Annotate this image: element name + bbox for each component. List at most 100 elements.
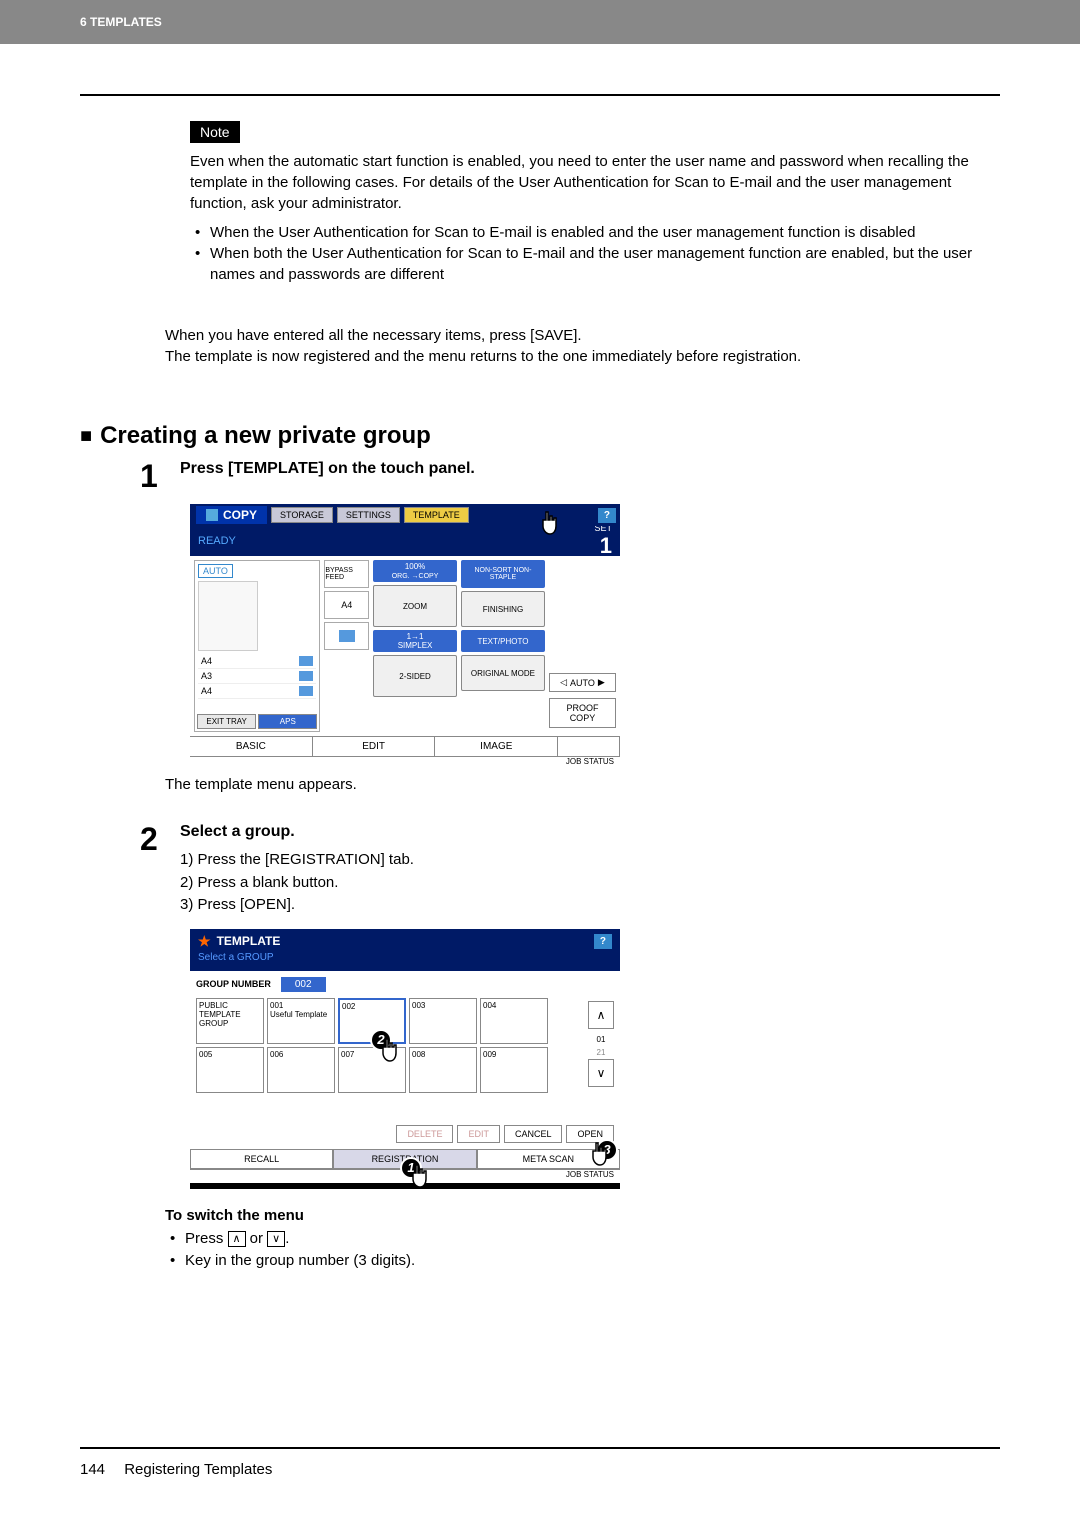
blank-tab	[558, 737, 620, 756]
edit-button[interactable]: EDIT	[457, 1125, 500, 1143]
step-1-number: 1	[140, 460, 165, 492]
edit-tab[interactable]: EDIT	[313, 737, 436, 756]
copy-mode-label: COPY	[196, 506, 267, 524]
page-header: 6 TEMPLATES	[0, 0, 1080, 44]
size-row-a3[interactable]: A3	[198, 669, 316, 684]
step-1-title: Press [TEMPLATE] on the touch panel.	[180, 460, 1000, 478]
template-title: ★ TEMPLATE	[198, 933, 280, 950]
page-bottom-indicator: 21	[588, 1046, 614, 1059]
finishing-button[interactable]: FINISHING	[461, 591, 545, 627]
group-005-button[interactable]: 005	[196, 1047, 264, 1093]
aps-button[interactable]: APS	[258, 714, 317, 729]
size-row-a4[interactable]: A4	[198, 654, 316, 669]
para-line1: When you have entered all the necessary …	[165, 325, 1000, 346]
touchpanel-screenshot-2: ★ TEMPLATE ? Select a GROUP GROUP NUMBER…	[190, 929, 1000, 1189]
job-status-button[interactable]: JOB STATUS	[190, 756, 620, 770]
a4-button[interactable]: A4	[324, 591, 369, 619]
mid-column: BYPASS FEED A4	[324, 560, 369, 732]
footer-rule	[80, 1447, 1000, 1449]
settings-tab[interactable]: SETTINGS	[337, 507, 400, 523]
bypass-button[interactable]: BYPASS FEED	[324, 560, 369, 588]
public-template-button[interactable]: PUBLIC TEMPLATE GROUP	[196, 998, 264, 1044]
note-bullet-2: When both the User Authentication for Sc…	[190, 243, 1000, 285]
substep-3: 3) Press [OPEN].	[180, 894, 1000, 917]
help-button[interactable]: ?	[598, 508, 616, 523]
zoom-value: 100%ORG. →COPY	[373, 560, 457, 582]
group-003-button[interactable]: 003	[409, 998, 477, 1044]
density-scale	[549, 607, 616, 667]
simplex-value: 1→1SIMPLEX	[373, 630, 457, 652]
para-line2: The template is now registered and the m…	[165, 346, 1000, 367]
step-2: 2 Select a group. 1) Press the [REGISTRA…	[140, 823, 1000, 917]
step-2-title: Select a group.	[180, 823, 1000, 841]
left-arrow-icon: ◁	[560, 677, 567, 688]
help-button[interactable]: ?	[594, 934, 612, 949]
group-009-button[interactable]: 009	[480, 1047, 548, 1093]
auto-density-button[interactable]: ◁ AUTO ▶	[549, 673, 616, 692]
feed-icon-button[interactable]	[324, 622, 369, 650]
proof-copy-button[interactable]: PROOF COPY	[549, 698, 616, 728]
right-arrow-icon: ▶	[598, 677, 605, 688]
scroll-down-button[interactable]: ∨	[588, 1059, 614, 1087]
hand-cursor-icon	[588, 1141, 612, 1169]
step-1: 1 Press [TEMPLATE] on the touch panel.	[140, 460, 1000, 492]
ready-status: READY	[198, 535, 236, 547]
cancel-button[interactable]: CANCEL	[504, 1125, 563, 1143]
image-tab[interactable]: IMAGE	[435, 737, 558, 756]
section-heading: Creating a new private group	[80, 422, 1000, 450]
scroll-up-button[interactable]: ∧	[588, 1001, 614, 1029]
template-tab[interactable]: TEMPLATE	[404, 507, 469, 523]
textphoto-value: TEXT/PHOTO	[461, 630, 545, 652]
substep-2: 2) Press a blank button.	[180, 872, 1000, 895]
group-008-button[interactable]: 008	[409, 1047, 477, 1093]
group-006-button[interactable]: 006	[267, 1047, 335, 1093]
note-bullet-1: When the User Authentication for Scan to…	[190, 222, 1000, 243]
up-arrow-icon: ∧	[228, 1231, 246, 1247]
note-badge: Note	[190, 121, 240, 143]
basic-tab[interactable]: BASIC	[190, 737, 313, 756]
group-001-button[interactable]: 001 Useful Template	[267, 998, 335, 1044]
switch-bullet-1: Press ∧ or ∨.	[165, 1228, 1000, 1251]
top-rule	[80, 94, 1000, 96]
feed-icon	[339, 630, 355, 642]
group-004-button[interactable]: 004	[480, 998, 548, 1044]
switch-bullet-2: Key in the group number (3 digits).	[165, 1250, 1000, 1273]
zoom-button[interactable]: ZOOM	[373, 585, 457, 627]
recall-tab[interactable]: RECALL	[190, 1149, 333, 1169]
step-1-after: The template menu appears.	[165, 776, 1000, 793]
hand-cursor-icon	[378, 1037, 402, 1065]
paper-panel: AUTO A4 A3 A4 EXIT TRAY APS	[194, 560, 320, 732]
template-subtitle: Select a GROUP	[198, 952, 612, 963]
switch-menu-bullets: Press ∧ or ∨. Key in the group number (3…	[165, 1228, 1000, 1273]
tray-icon	[299, 671, 313, 681]
delete-button[interactable]: DELETE	[396, 1125, 453, 1143]
step-2-number: 2	[140, 823, 165, 917]
two-sided-button[interactable]: 2-SIDED	[373, 655, 457, 697]
group-number-field[interactable]: 002	[281, 977, 326, 992]
paragraph-save: When you have entered all the necessary …	[165, 325, 1000, 367]
hand-cursor-icon	[538, 510, 562, 538]
note-bullets: When the User Authentication for Scan to…	[190, 222, 1000, 285]
original-mode-button[interactable]: ORIGINAL MODE	[461, 655, 545, 691]
star-icon: ★	[198, 933, 211, 950]
content: Note Even when the automatic start funct…	[0, 44, 1080, 1273]
exit-tray-button[interactable]: EXIT TRAY	[197, 714, 256, 729]
paper-preview	[198, 581, 258, 651]
page-top-indicator: 01	[588, 1033, 614, 1046]
hand-cursor-icon	[408, 1163, 432, 1191]
header-chapter: 6 TEMPLATES	[80, 15, 162, 29]
size-row-a4-2[interactable]: A4	[198, 684, 316, 699]
set-count: SET 1	[594, 523, 612, 559]
page-number: 144	[80, 1461, 105, 1478]
touchpanel-screenshot-1: COPY STORAGE SETTINGS TEMPLATE ? READY S…	[190, 504, 1000, 764]
tray-icon	[299, 656, 313, 666]
down-arrow-icon: ∨	[267, 1231, 285, 1247]
switch-menu-heading: To switch the menu	[165, 1207, 1000, 1224]
storage-tab[interactable]: STORAGE	[271, 507, 333, 523]
note-text: Even when the automatic start function i…	[190, 151, 1000, 214]
copy-icon	[206, 509, 218, 521]
step-2-substeps: 1) Press the [REGISTRATION] tab. 2) Pres…	[180, 849, 1000, 917]
auto-indicator: AUTO	[198, 564, 233, 578]
tray-icon	[299, 686, 313, 696]
group-number-label: GROUP NUMBER	[196, 979, 271, 989]
